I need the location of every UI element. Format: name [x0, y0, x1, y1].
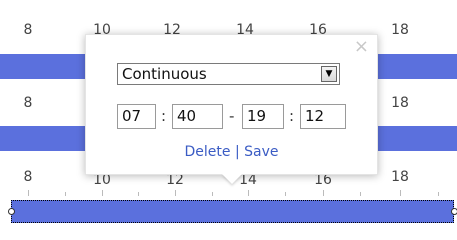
- hour-label: 8: [23, 169, 33, 185]
- range-dash: -: [229, 107, 235, 125]
- time-colon: :: [161, 107, 167, 125]
- schedule-edit-popup: × Continuous ▼ 07 : 40 - 19 : 12 Delete …: [85, 34, 378, 184]
- hour-label: 8: [23, 22, 33, 38]
- close-icon[interactable]: ×: [354, 38, 369, 56]
- recording-mode-value: Continuous: [122, 65, 207, 83]
- tick-mark: [323, 190, 324, 196]
- end-hour-field[interactable]: 19: [242, 104, 284, 129]
- save-link[interactable]: Save: [244, 144, 278, 160]
- tick-mark: [438, 192, 439, 196]
- tick-mark: [175, 190, 176, 196]
- hour-label: 18: [391, 22, 409, 38]
- recording-mode-select[interactable]: Continuous ▼: [117, 63, 340, 85]
- popup-actions: Delete | Save: [86, 144, 377, 160]
- hour-label: 18: [391, 169, 409, 185]
- hour-label: 8: [23, 95, 33, 111]
- tick-mark: [28, 190, 29, 196]
- tick-mark: [212, 192, 213, 196]
- tick-mark: [285, 192, 286, 196]
- resize-handle-left[interactable]: [8, 208, 15, 215]
- start-minute-field[interactable]: 40: [172, 104, 223, 129]
- tick-mark: [248, 190, 249, 196]
- time-colon: :: [289, 107, 295, 125]
- resize-handle-right[interactable]: [451, 208, 457, 215]
- chevron-down-icon[interactable]: ▼: [321, 66, 337, 82]
- action-divider: |: [234, 144, 240, 160]
- end-minute-field[interactable]: 12: [300, 104, 346, 129]
- tick-mark: [102, 190, 103, 196]
- tick-mark: [65, 192, 66, 196]
- tick-mark: [138, 192, 139, 196]
- selected-schedule-bar[interactable]: [11, 200, 454, 223]
- tick-mark: [400, 190, 401, 196]
- start-hour-field[interactable]: 07: [117, 104, 156, 129]
- tick-mark: [360, 192, 361, 196]
- popup-pointer: [222, 174, 242, 184]
- delete-link[interactable]: Delete: [185, 144, 231, 160]
- hour-label: 18: [391, 95, 409, 111]
